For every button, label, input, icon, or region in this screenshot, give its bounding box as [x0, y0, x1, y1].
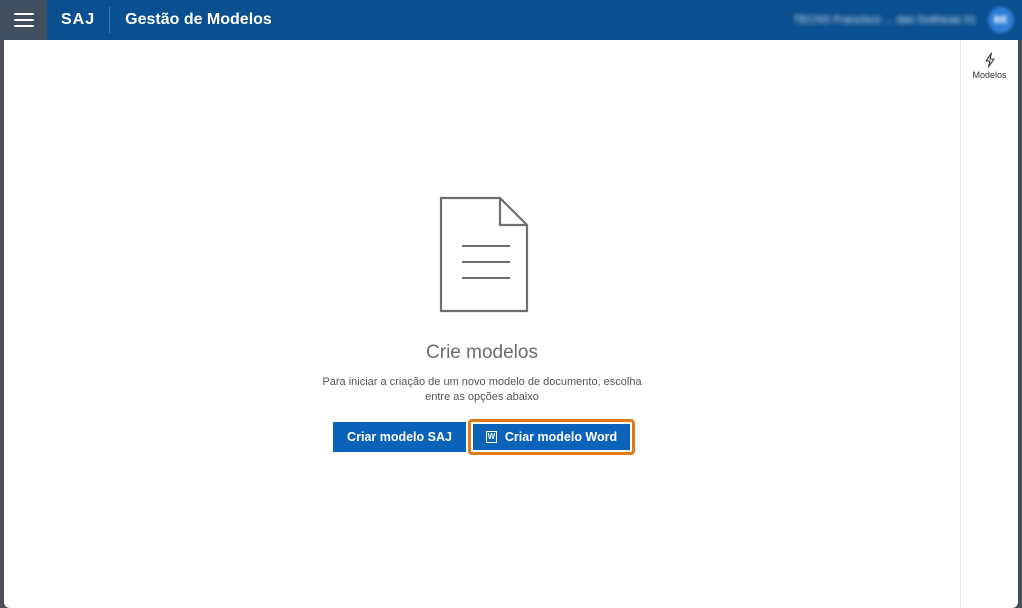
menu-button[interactable] — [0, 0, 47, 40]
empty-state-description-line1: Para iniciar a criação de um novo modelo… — [322, 376, 642, 388]
create-word-model-label: Criar modelo Word — [504, 430, 618, 444]
right-panel: Modelos — [960, 40, 1018, 608]
empty-state-description: Para iniciar a criação de um novo modelo… — [314, 375, 650, 405]
user-area[interactable]: TECNS Francisco ... das Gothicas 01 BE — [793, 7, 1014, 33]
main-content: Crie modelos Para iniciar a criação de u… — [4, 40, 1018, 608]
user-name[interactable]: TECNS Francisco ... das Gothicas 01 — [793, 14, 976, 26]
panel-item-modelos[interactable]: Modelos — [972, 52, 1007, 80]
avatar[interactable]: BE — [988, 7, 1014, 33]
empty-state-description-line2: entre as opções abaixo — [425, 391, 539, 403]
panel-item-label: Modelos — [972, 70, 1007, 80]
brand-logo[interactable]: SAJ — [61, 7, 111, 33]
document-icon — [439, 196, 529, 313]
empty-state-title: Crie modelos — [426, 342, 538, 363]
create-saj-model-button[interactable]: Criar modelo SAJ — [333, 422, 466, 452]
word-icon: W — [485, 431, 497, 443]
hamburger-icon — [13, 13, 34, 27]
empty-state: Crie modelos Para iniciar a criação de u… — [4, 40, 960, 608]
top-bar: SAJ Gestão de Modelos TECNS Francisco ..… — [0, 0, 1022, 40]
lightning-icon — [984, 52, 995, 68]
create-word-model-highlight: W Criar modelo Word — [468, 419, 635, 455]
app-title: Gestão de Modelos — [125, 11, 272, 28]
create-word-model-button[interactable]: W Criar modelo Word — [473, 424, 630, 450]
